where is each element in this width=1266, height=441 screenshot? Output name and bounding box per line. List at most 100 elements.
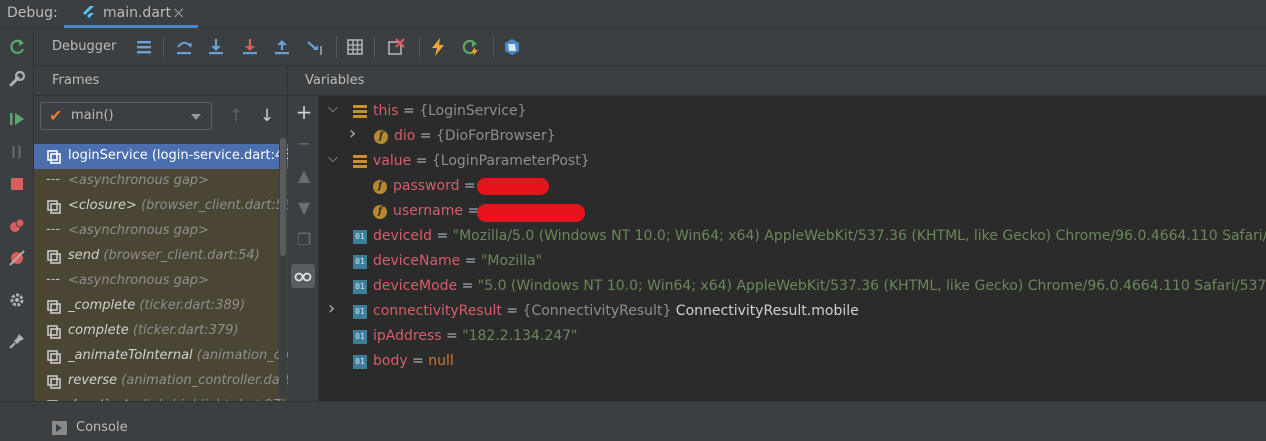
variable-text: dio = {DioForBrowser} bbox=[394, 128, 556, 144]
variable-row-username[interactable]: f username = " bbox=[319, 200, 1266, 225]
force-step-into-icon[interactable] bbox=[240, 37, 260, 57]
async-gap-row[interactable]: --- <asynchronous gap> bbox=[34, 169, 288, 194]
arrow-down-icon[interactable]: ↓ bbox=[258, 106, 276, 126]
duplicate-watch-icon[interactable]: ❐ bbox=[293, 230, 315, 252]
resume-icon[interactable] bbox=[7, 109, 27, 129]
frame-label: _complete (ticker.dart:389) bbox=[68, 298, 245, 313]
variable-name: deviceName bbox=[373, 253, 461, 269]
wrench-icon[interactable] bbox=[7, 69, 27, 89]
hot-reload-icon[interactable] bbox=[428, 37, 448, 57]
evaluate-expression-icon[interactable] bbox=[345, 37, 365, 57]
variable-row-value[interactable]: ⌵ value = {LoginParameterPost} bbox=[319, 150, 1266, 175]
field-icon: f bbox=[374, 130, 388, 144]
equals-sign: = bbox=[411, 153, 432, 169]
chevron-right-icon[interactable]: › bbox=[349, 123, 363, 144]
pin-icon[interactable] bbox=[7, 331, 27, 351]
chevron-down-icon[interactable]: ⌵ bbox=[328, 151, 342, 166]
tab-label: main.dart bbox=[103, 5, 172, 21]
async-gap-row[interactable]: --- <asynchronous gap> bbox=[34, 219, 288, 244]
pause-icon[interactable] bbox=[7, 142, 27, 162]
frame-function: reverse bbox=[68, 373, 118, 388]
frame-row[interactable]: _animateToInternal (animation_co bbox=[34, 344, 288, 369]
frame-row[interactable]: _complete (ticker.dart:389) bbox=[34, 294, 288, 319]
equals-sign: = bbox=[460, 253, 481, 269]
show-watches-icon[interactable] bbox=[291, 264, 315, 288]
stack-frame-icon bbox=[47, 200, 61, 214]
frame-row[interactable]: <closure> (browser_client.dart:56 bbox=[34, 194, 288, 219]
frames-panel: Frames ✔ main() ↑ ↓ loginService (login-… bbox=[34, 66, 288, 401]
step-into-icon[interactable] bbox=[206, 37, 226, 57]
step-out-icon[interactable] bbox=[272, 37, 292, 57]
variable-value: "Mozilla" bbox=[480, 253, 543, 269]
settings-icon[interactable] bbox=[7, 290, 27, 310]
variable-text: deviceMode = "5.0 (Windows NT 10.0; Win6… bbox=[373, 278, 1266, 294]
async-gap-row[interactable]: --- <asynchronous gap> bbox=[34, 269, 288, 294]
variable-row-password[interactable]: f password = " bbox=[319, 175, 1266, 200]
frame-row[interactable]: deactivate (ink_highlight.dart:97) bbox=[34, 394, 288, 401]
variable-row-dio[interactable]: › f dio = {DioForBrowser} bbox=[319, 123, 1266, 150]
primitive-icon: 01 bbox=[353, 330, 367, 344]
mute-breakpoints-icon[interactable] bbox=[7, 248, 27, 268]
add-watch-icon[interactable]: + bbox=[293, 102, 315, 124]
variable-row-devicename[interactable]: 01 deviceName = "Mozilla" bbox=[319, 250, 1266, 275]
show-execution-point-icon[interactable] bbox=[134, 37, 154, 57]
toolbar-separator bbox=[493, 36, 494, 58]
frames-header: Frames bbox=[34, 66, 288, 96]
frame-row[interactable]: send (browser_client.dart:54) bbox=[34, 244, 288, 269]
frame-function: _animateToInternal bbox=[68, 348, 193, 363]
stack-frame-icon bbox=[47, 375, 61, 389]
variable-text: value = {LoginParameterPost} bbox=[373, 153, 590, 169]
move-up-icon[interactable]: ▲ bbox=[293, 166, 315, 188]
variable-name: username bbox=[393, 203, 463, 219]
variable-row-this[interactable]: ⌵ this = {LoginService} bbox=[319, 100, 1266, 125]
view-breakpoints-icon[interactable] bbox=[7, 216, 27, 236]
equals-sign: = bbox=[432, 228, 453, 244]
check-icon: ✔ bbox=[49, 106, 63, 125]
frame-row[interactable]: reverse (animation_controller.dart bbox=[34, 369, 288, 394]
thread-selector[interactable]: ✔ main() bbox=[40, 102, 212, 130]
variable-name: connectivityResult bbox=[373, 303, 502, 319]
console-tab[interactable]: Console bbox=[76, 420, 128, 435]
variable-type: {DioForBrowser} bbox=[435, 128, 556, 144]
variable-row-body[interactable]: 01 body = null bbox=[319, 350, 1266, 375]
chevron-down-icon bbox=[191, 114, 201, 120]
scrollbar-thumb[interactable] bbox=[280, 138, 286, 256]
variable-name: password bbox=[393, 178, 460, 194]
move-down-icon[interactable]: ▼ bbox=[293, 198, 315, 220]
equals-sign: = bbox=[441, 328, 463, 344]
close-icon[interactable]: × bbox=[172, 3, 185, 22]
variable-text: password = " bbox=[393, 178, 487, 194]
remove-watch-icon[interactable]: − bbox=[293, 134, 315, 156]
async-gap-label: <asynchronous gap> bbox=[68, 173, 209, 188]
tab-main-dart[interactable]: main.dart × bbox=[64, 0, 198, 28]
frame-label: <closure> (browser_client.dart:56 bbox=[68, 198, 288, 213]
run-to-cursor-icon[interactable] bbox=[305, 37, 325, 57]
debugger-tab-label[interactable]: Debugger bbox=[52, 39, 116, 54]
async-gap-label: <asynchronous gap> bbox=[68, 223, 209, 238]
variable-row-devicemode[interactable]: 01 deviceMode = "5.0 (Windows NT 10.0; Wi… bbox=[319, 275, 1266, 300]
frames-title: Frames bbox=[52, 73, 100, 88]
variable-row-ipaddress[interactable]: 01 ipAddress = "182.2.134.247" bbox=[319, 325, 1266, 350]
arrow-up-icon[interactable]: ↑ bbox=[227, 106, 245, 126]
frame-row[interactable]: complete (ticker.dart:379) bbox=[34, 319, 288, 344]
dart-devtools-icon[interactable] bbox=[502, 37, 522, 57]
chevron-down-icon[interactable]: ⌵ bbox=[328, 101, 342, 116]
redaction-mark bbox=[477, 178, 549, 195]
frame-row[interactable]: loginService (login-service.dart:48 bbox=[34, 144, 288, 169]
step-over-icon[interactable] bbox=[174, 37, 194, 57]
variable-name: value bbox=[373, 153, 412, 169]
variable-value: "Mozilla/5.0 (Windows NT 10.0; Win64; x6… bbox=[452, 228, 1266, 244]
chevron-right-icon[interactable]: › bbox=[328, 298, 342, 319]
stop-icon[interactable] bbox=[7, 174, 27, 194]
rerun-icon[interactable] bbox=[7, 37, 27, 57]
hot-restart-icon[interactable] bbox=[460, 37, 480, 57]
frames-scrollbar[interactable] bbox=[279, 136, 287, 398]
variable-text: body = null bbox=[373, 353, 454, 369]
variable-row-deviceid[interactable]: 01 deviceId = "Mozilla/5.0 (Windows NT 10… bbox=[319, 225, 1266, 250]
gap-dash: --- bbox=[46, 222, 61, 237]
variable-value: ConnectivityResult.mobile bbox=[671, 303, 859, 319]
drop-frame-icon[interactable] bbox=[386, 37, 406, 57]
variable-row-connectivityresult[interactable]: › 01 connectivityResult = {ConnectivityRes… bbox=[319, 298, 1266, 325]
frame-label: reverse (animation_controller.dart bbox=[68, 373, 288, 388]
primitive-icon: 01 bbox=[353, 255, 367, 269]
